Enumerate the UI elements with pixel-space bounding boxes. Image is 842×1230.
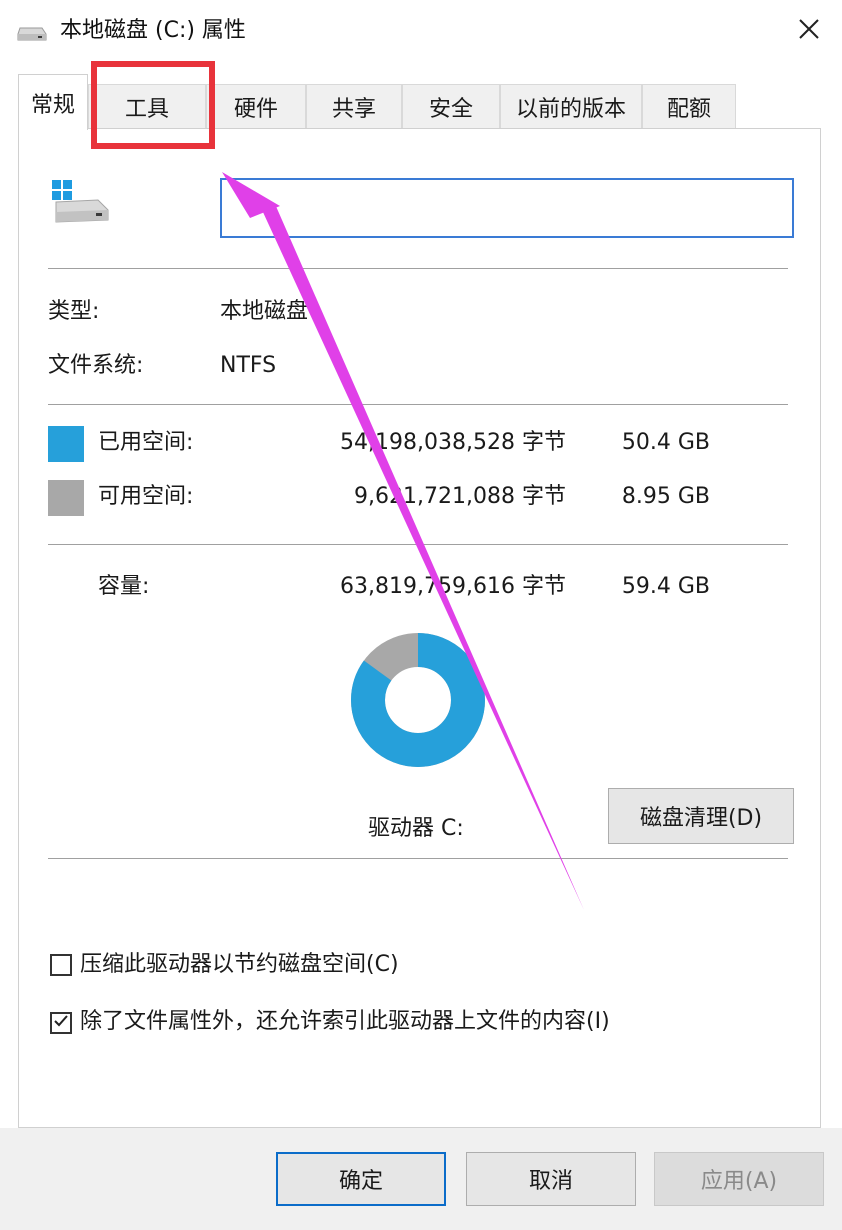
separator <box>48 858 788 859</box>
used-space-label: 已用空间: <box>98 430 194 455</box>
separator <box>48 268 788 269</box>
disk-cleanup-button[interactable]: 磁盘清理(D) <box>608 788 794 844</box>
compress-checkbox[interactable] <box>50 954 72 976</box>
free-space-label: 可用空间: <box>98 484 194 509</box>
tab-hardware[interactable]: 硬件 <box>206 84 306 128</box>
free-space-bytes: 9,621,721,088 字节 <box>354 484 566 509</box>
tab-general[interactable]: 常规 <box>18 74 88 130</box>
filesystem-label: 文件系统: <box>48 353 144 378</box>
disk-usage-donut <box>351 633 485 767</box>
tab-previous-versions[interactable]: 以前的版本 <box>500 84 642 128</box>
free-space-size: 8.95 GB <box>621 484 710 509</box>
apply-button[interactable]: 应用(A) <box>654 1152 824 1206</box>
ok-button[interactable]: 确定 <box>276 1152 446 1206</box>
checkmark-icon <box>53 1013 69 1033</box>
separator <box>48 544 788 545</box>
used-space-bytes: 54,198,038,528 字节 <box>340 430 566 455</box>
compress-checkbox-label[interactable]: 压缩此驱动器以节约磁盘空间(C) <box>80 950 399 980</box>
index-checkbox[interactable] <box>50 1012 72 1034</box>
index-checkbox-label[interactable]: 除了文件属性外，还允许索引此驱动器上文件的内容(I) <box>80 1007 610 1037</box>
drive-icon <box>16 20 48 44</box>
tab-security[interactable]: 安全 <box>402 84 500 128</box>
drive-name-input[interactable] <box>220 178 794 238</box>
cancel-button[interactable]: 取消 <box>466 1152 636 1206</box>
capacity-bytes: 63,819,759,616 字节 <box>340 574 566 599</box>
capacity-size: 59.4 GB <box>621 574 710 599</box>
separator <box>48 404 788 405</box>
type-value: 本地磁盘 <box>220 299 309 324</box>
window-title: 本地磁盘 (C:) 属性 <box>60 18 246 43</box>
tools-tab-highlight-box <box>91 61 215 149</box>
used-space-size: 50.4 GB <box>621 430 710 455</box>
close-button[interactable] <box>786 10 832 52</box>
type-label: 类型: <box>48 299 100 324</box>
free-space-swatch <box>48 480 84 516</box>
used-space-swatch <box>48 426 84 462</box>
drive-letter-label: 驱动器 C: <box>368 816 464 841</box>
capacity-label: 容量: <box>98 574 150 599</box>
close-icon <box>798 18 820 44</box>
filesystem-value: NTFS <box>220 353 277 378</box>
windows-drive-icon <box>50 178 112 228</box>
tab-sharing[interactable]: 共享 <box>306 84 402 128</box>
tab-quota[interactable]: 配额 <box>642 84 736 128</box>
